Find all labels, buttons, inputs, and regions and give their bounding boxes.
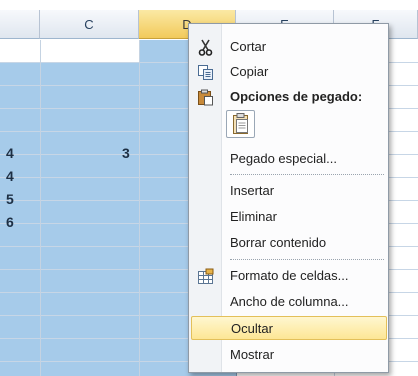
menu-item-label: Pegado especial... [230, 151, 337, 166]
cell-value: 3 [122, 145, 130, 161]
format-cells-icon [198, 268, 214, 284]
menu-item-label: Opciones de pegado: [230, 89, 363, 104]
menu-item-label: Mostrar [230, 347, 275, 362]
menu-item-copy[interactable]: Copiar [189, 60, 388, 84]
scissors-icon [198, 39, 213, 56]
menu-item-delete[interactable]: Eliminar [189, 205, 388, 229]
cell-value: 4 [6, 168, 14, 184]
menu-item-label: Ocultar [231, 321, 273, 336]
copy-icon [198, 65, 213, 80]
menu-item-label: Borrar contenido [230, 235, 327, 250]
menu-item-cut[interactable]: Cortar [189, 35, 388, 59]
paste-icon [233, 113, 248, 134]
menu-item-label: Eliminar [230, 209, 277, 224]
menu-item-insert[interactable]: Insertar [189, 179, 388, 203]
active-cell-c[interactable] [40, 40, 139, 62]
menu-separator [230, 259, 384, 260]
menu-item-hide[interactable]: Ocultar [191, 316, 387, 340]
cell-value: 5 [6, 191, 14, 207]
cell-value: 6 [6, 214, 14, 230]
menu-item-format-cells[interactable]: Formato de celdas... [189, 264, 388, 288]
menu-separator [230, 174, 384, 175]
grid-line [40, 40, 41, 376]
column-header-b[interactable] [0, 10, 40, 39]
menu-item-paste-special[interactable]: Pegado especial... [189, 147, 388, 171]
menu-item-clear-contents[interactable]: Borrar contenido [189, 231, 388, 255]
menu-item-label: Formato de celdas... [230, 268, 349, 283]
menu-item-label: Cortar [230, 39, 267, 54]
column-header-c[interactable]: C [40, 10, 139, 39]
cell-value: 4 [6, 145, 14, 161]
top-strip [0, 0, 418, 10]
grid-line [139, 40, 140, 376]
menu-item-label: Insertar [230, 183, 275, 198]
menu-item-unhide[interactable]: Mostrar [189, 343, 388, 367]
menu-item-label: Ancho de columna... [230, 294, 349, 309]
paste-option-button[interactable] [226, 110, 255, 138]
menu-item-column-width[interactable]: Ancho de columna... [189, 290, 388, 314]
menu-header-paste-options: Opciones de pegado: [189, 85, 388, 109]
clipboard-icon [198, 89, 213, 106]
context-menu: Cortar Copiar Opciones de pegado: Pegado… [188, 23, 389, 373]
active-cell-b[interactable] [0, 40, 40, 62]
menu-item-label: Copiar [230, 64, 269, 79]
